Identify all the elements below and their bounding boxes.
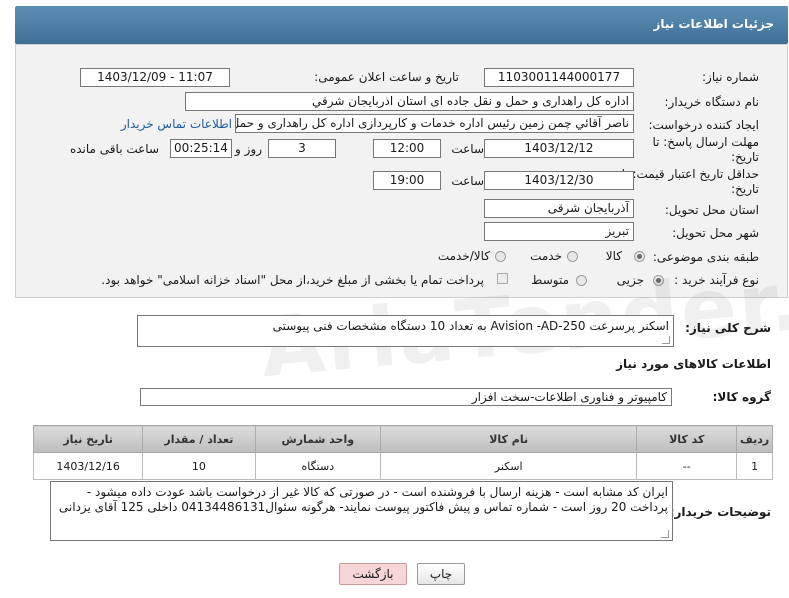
remaining-field[interactable]: 00:25:14: [170, 139, 232, 158]
remaining-label: ساعت باقی مانده: [69, 142, 159, 156]
validity-label: حداقل تاریخ اعتبار قیمت: تا تاریخ:: [621, 167, 759, 196]
goods-group-field[interactable]: کامپیوتر و فناوری اطلاعات-سخت افزار: [140, 388, 672, 406]
province-field[interactable]: آذربایجان شرقی: [484, 199, 634, 218]
announce-field[interactable]: 1403/12/09 - 11:07: [80, 68, 230, 87]
creator-label: ایجاد کننده درخواست:: [648, 118, 759, 132]
cell-unit: دستگاه: [254, 452, 382, 480]
category-option-both: کالا/خدمت: [437, 249, 490, 263]
goods-group-label: گروه کالا:: [712, 390, 771, 404]
cell-code: --: [636, 452, 738, 480]
category-radio-goods[interactable]: [634, 251, 645, 262]
goods-table: ردیف کد کالا نام کالا واحد شمارش تعداد /…: [32, 425, 773, 480]
col-date: تاریخ نیاز: [32, 425, 144, 453]
announce-label: تاریخ و ساعت اعلان عمومی:: [314, 70, 459, 84]
city-field[interactable]: تبریز: [484, 222, 634, 241]
days-label: روز و: [235, 142, 262, 156]
creator-field[interactable]: ناصر آقائي چمن زمين رئيس اداره خدمات و ک…: [235, 114, 634, 133]
col-row: ردیف: [736, 425, 773, 453]
buyer-field[interactable]: اداره کل راهداری و حمل و نقل جاده ای است…: [185, 92, 634, 111]
category-option-goods: کالا: [605, 249, 622, 263]
category-option-service: خدمت: [530, 249, 562, 263]
validity-time-label: ساعت: [451, 174, 484, 188]
goods-table-header: ردیف کد کالا نام کالا واحد شمارش تعداد /…: [32, 425, 773, 453]
resize-grip-icon[interactable]: [661, 530, 669, 538]
back-button[interactable]: بازگشت: [339, 563, 407, 585]
buyer-notes-text: ایران کد مشابه است - هزینه ارسال با فروش…: [58, 485, 668, 514]
province-label: استان محل تحویل:: [664, 203, 759, 217]
col-code: کد کالا: [636, 425, 738, 453]
need-number-field[interactable]: 1103001144000177: [484, 68, 634, 87]
city-label: شهر محل تحویل:: [672, 226, 759, 240]
resize-grip-icon[interactable]: [662, 336, 670, 344]
cell-name: اسکنر: [380, 452, 638, 480]
panel-header: جزئیات اطلاعات نیاز: [15, 6, 788, 44]
cell-qty: 10: [142, 452, 256, 480]
need-number-label: شماره نیاز:: [702, 70, 759, 84]
category-radio-both[interactable]: [495, 251, 506, 262]
cell-row: 1: [736, 452, 773, 480]
goods-section-title: اطلاعات کالاهای مورد نیاز: [616, 357, 771, 371]
col-unit: واحد شمارش: [254, 425, 382, 453]
deadline-label: مهلت ارسال پاسخ: تا تاریخ:: [652, 135, 759, 164]
col-qty: تعداد / مقدار: [142, 425, 256, 453]
print-button[interactable]: چاپ: [417, 563, 465, 585]
summary-field[interactable]: اسکنر پرسرعت Avision -AD-250 به تعداد 10…: [137, 315, 674, 347]
cell-date: 1403/12/16: [32, 452, 144, 480]
buyer-notes-field[interactable]: ایران کد مشابه است - هزینه ارسال با فروش…: [50, 481, 673, 541]
category-radio-service[interactable]: [567, 251, 578, 262]
validity-time-field[interactable]: 19:00: [373, 171, 441, 190]
days-field[interactable]: 3: [268, 139, 336, 158]
deadline-date-field[interactable]: 1403/12/12: [484, 139, 634, 158]
deadline-time-field[interactable]: 12:00: [373, 139, 441, 158]
contact-link[interactable]: اطلاعات تماس خریدار: [121, 117, 232, 131]
deadline-time-label: ساعت: [451, 142, 484, 156]
col-name: نام کالا: [380, 425, 638, 453]
buyer-notes-label: توضیحات خریدار:: [669, 505, 771, 519]
payment-note: پرداخت تمام یا بخشی از مبلغ خرید،از محل …: [101, 273, 484, 287]
page-title: جزئیات اطلاعات نیاز: [653, 17, 774, 31]
validity-date-field[interactable]: 1403/12/30: [484, 171, 634, 190]
buyer-label: نام دستگاه خریدار:: [664, 95, 760, 109]
summary-text: اسکنر پرسرعت Avision -AD-250 به تعداد 10…: [272, 319, 669, 333]
table-row[interactable]: 1 -- اسکنر دستگاه 10 1403/12/16: [32, 452, 773, 480]
summary-label: شرح کلی نیاز:: [685, 321, 771, 335]
